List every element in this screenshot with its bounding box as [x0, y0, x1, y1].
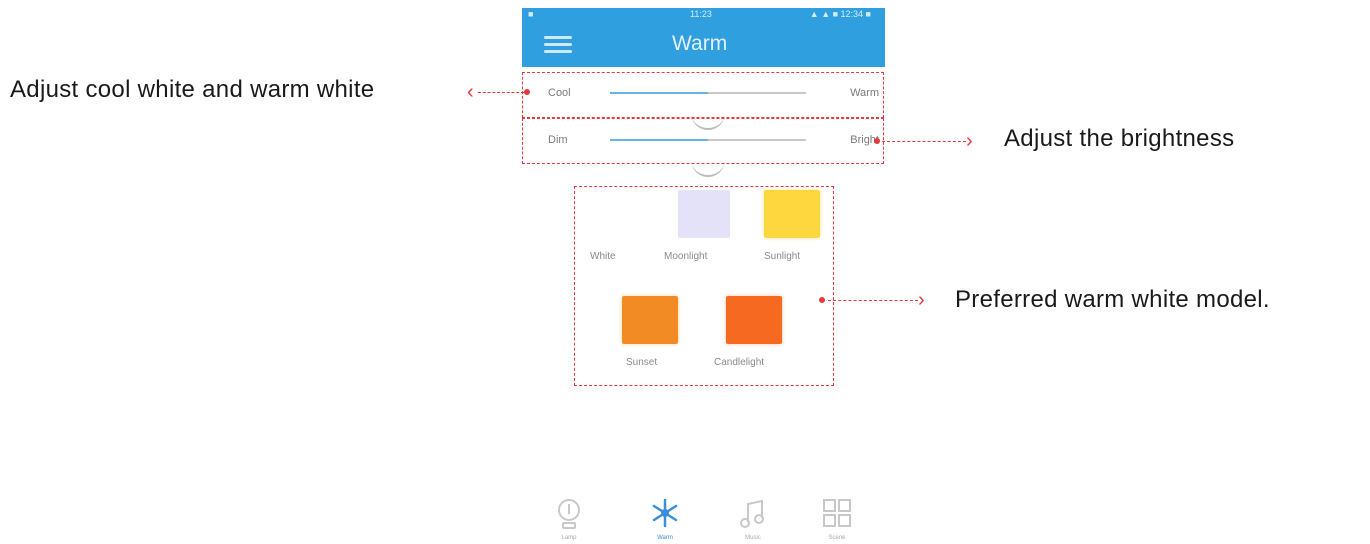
menu-icon[interactable] [544, 36, 572, 54]
status-left: ■ [528, 9, 534, 19]
preset-white-label: White [590, 251, 616, 262]
preset-sunlight-swatch [764, 190, 820, 238]
page-title: Warm [672, 32, 728, 55]
callout-arrowhead-presets: › [918, 289, 925, 311]
preset-candlelight[interactable]: Candlelight [710, 292, 802, 376]
callout-box-temperature [522, 72, 884, 118]
callout-dot-presets [819, 297, 825, 303]
grid-icon [823, 499, 851, 527]
annotation-brightness: Adjust the brightness [1004, 125, 1235, 152]
preset-moonlight-label: Moonlight [664, 251, 708, 262]
music-icon [740, 499, 764, 528]
callout-arrowhead-brightness: › [966, 130, 973, 152]
nav-warm[interactable]: Warm [642, 496, 688, 542]
preset-sunset-label: Sunset [626, 357, 658, 368]
preset-sunset[interactable]: Sunset [612, 292, 688, 376]
callout-line-temperature [478, 92, 524, 93]
app-bar: Warm [522, 21, 885, 67]
nav-lamp[interactable]: Lamp [546, 496, 592, 542]
snowflake-icon [652, 498, 678, 528]
bulb-icon [558, 499, 580, 529]
nav-warm-label: Warm [657, 535, 673, 541]
preset-sunlight-label: Sunlight [764, 251, 801, 262]
preset-white[interactable]: White [580, 190, 650, 270]
preset-white-swatch [590, 190, 642, 238]
status-bar: ■ 11:23 ▲ ▲ ■ 12:34 ■ [522, 8, 885, 21]
nav-lamp-label: Lamp [561, 535, 577, 541]
nav-scene[interactable]: Scene [814, 496, 860, 542]
callout-dot-temperature [524, 89, 530, 95]
preset-candlelight-label: Candlelight [714, 357, 765, 368]
nav-scene-label: Scene [828, 535, 846, 541]
annotation-warm-model: Preferred warm white model. [955, 286, 1270, 313]
nav-music-label: Music [745, 535, 761, 541]
annotation-cool-warm: Adjust cool white and warm white [10, 76, 375, 103]
preset-sunset-swatch [622, 296, 678, 344]
callout-box-brightness [522, 118, 884, 164]
preset-moonlight[interactable]: Moonlight [660, 190, 750, 270]
preset-sunlight[interactable]: Sunlight [756, 186, 832, 270]
nav-music[interactable]: Music [730, 496, 776, 542]
callout-line-brightness [882, 141, 966, 142]
preset-candlelight-swatch [726, 296, 782, 344]
status-right: ▲ ▲ ■ 12:34 ■ [809, 9, 871, 19]
status-time: 11:23 [690, 9, 712, 19]
callout-line-presets [828, 300, 918, 301]
callout-dot-brightness [874, 138, 880, 144]
preset-moonlight-swatch [678, 190, 730, 238]
callout-arrowhead-left: ‹ [467, 81, 474, 103]
